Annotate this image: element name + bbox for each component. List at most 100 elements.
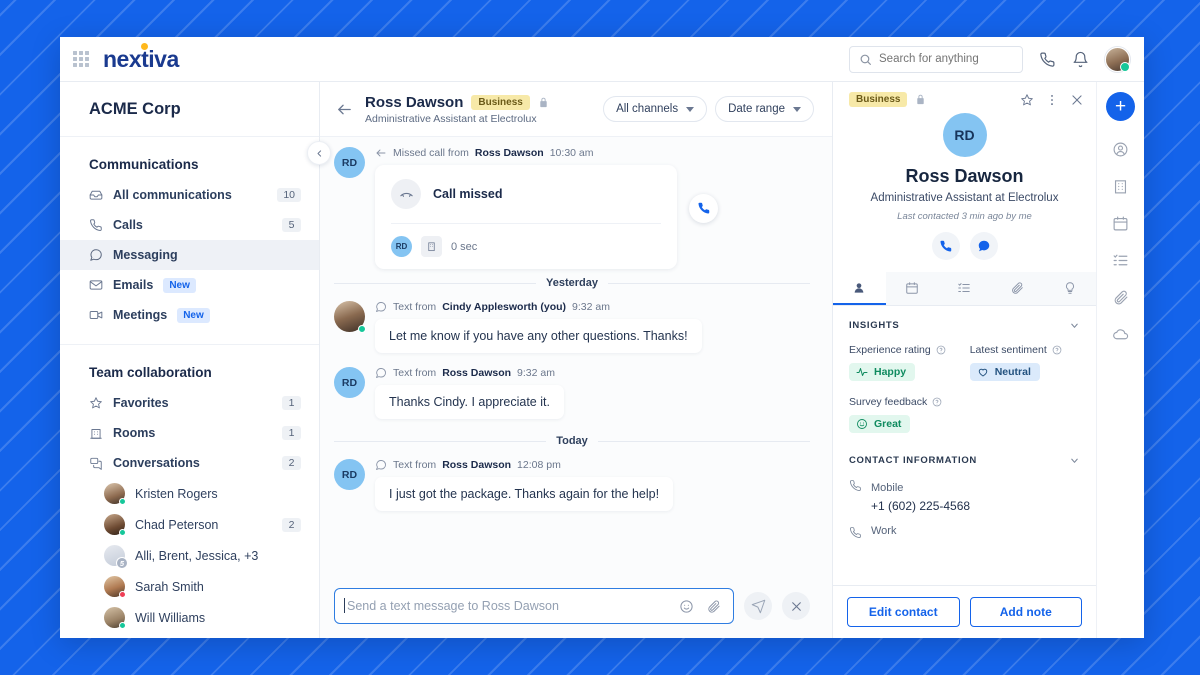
- add-note-button[interactable]: Add note: [969, 597, 1082, 627]
- message-meta-prefix: Text from: [393, 301, 437, 313]
- emoji-icon[interactable]: [679, 599, 694, 614]
- conversation-title-row: Ross Dawson Business: [365, 94, 549, 111]
- sidebar-item-rooms[interactable]: Rooms 1: [60, 418, 319, 448]
- call-contact-button[interactable]: [931, 232, 960, 260]
- separator-line-left: [334, 440, 547, 442]
- calendar-icon[interactable]: [1112, 215, 1129, 232]
- app-window: nextiva Search for anything ACME Corp Co…: [60, 37, 1144, 638]
- conversation-name: Will Williams: [135, 610, 206, 625]
- top-bar: nextiva: [60, 37, 1144, 82]
- smiley-icon: [856, 418, 868, 430]
- sidebar-item-messaging[interactable]: Messaging: [60, 240, 319, 270]
- contact-panel: Business RD Ross Dawson Administrative A…: [832, 82, 1096, 638]
- tab-profile[interactable]: [833, 272, 886, 305]
- tasks-icon[interactable]: [1112, 252, 1129, 269]
- status-badge: Business: [849, 92, 908, 107]
- survey-feedback-value: Great: [874, 418, 902, 430]
- search-box[interactable]: [849, 45, 1023, 73]
- video-icon: [89, 308, 103, 322]
- nextiva-logo[interactable]: nextiva: [103, 42, 179, 73]
- filter-date-range[interactable]: Date range: [715, 96, 814, 122]
- app-grid-icon[interactable]: [73, 51, 89, 67]
- building-icon: [89, 426, 103, 440]
- call-card-bottom: RD 0 sec: [375, 224, 677, 269]
- close-composer-button[interactable]: [782, 592, 810, 620]
- user-avatar[interactable]: [1105, 46, 1130, 72]
- sidebar-item-label: Favorites: [113, 396, 169, 410]
- cloud-icon[interactable]: [1112, 326, 1129, 343]
- tasks-icon: [957, 281, 971, 295]
- tab-files[interactable]: [991, 272, 1044, 305]
- call-card-title: Call missed: [433, 187, 503, 201]
- edit-contact-button[interactable]: Edit contact: [847, 597, 960, 627]
- send-button[interactable]: [744, 592, 772, 620]
- list-item[interactable]: Kristen Rogers: [60, 478, 319, 509]
- sidebar-item-emails[interactable]: Emails New: [60, 270, 319, 300]
- more-vertical-icon[interactable]: [1045, 93, 1059, 107]
- insight-label: Survey feedback: [849, 396, 1080, 408]
- conversation-count: 2: [282, 517, 301, 532]
- search-icon: [859, 53, 872, 66]
- avatar: RD: [391, 236, 412, 257]
- sidebar-item-calls[interactable]: Calls 5: [60, 210, 319, 240]
- back-arrow-icon[interactable]: [336, 101, 353, 118]
- help-icon[interactable]: [936, 345, 946, 355]
- contact-information-header[interactable]: CONTACT INFORMATION: [849, 455, 1080, 466]
- call-missed-icon: [391, 179, 421, 209]
- bell-icon[interactable]: [1072, 51, 1089, 68]
- sidebar-collapse-button[interactable]: [307, 141, 331, 165]
- chevron-down-icon[interactable]: [1069, 455, 1080, 466]
- tab-calendar[interactable]: [886, 272, 939, 305]
- help-icon[interactable]: [932, 397, 942, 407]
- conversation-name: Alli, Brent, Jessica, +3: [135, 548, 259, 563]
- list-item[interactable]: 5 Alli, Brent, Jessica, +3: [60, 540, 319, 571]
- chat-icon: [89, 248, 103, 262]
- building-icon[interactable]: [1112, 178, 1129, 195]
- message-input[interactable]: Send a text message to Ross Dawson: [334, 588, 734, 624]
- contact-info-row-mobile: Mobile +1 (602) 225-4568: [849, 478, 1080, 513]
- paperclip-icon[interactable]: [1112, 289, 1129, 306]
- sidebar-item-meetings[interactable]: Meetings New: [60, 300, 319, 330]
- message-thread[interactable]: RD Missed call from Ross Dawson 10:30 am: [320, 137, 832, 578]
- contact-icon[interactable]: [1112, 141, 1129, 158]
- section-title: CONTACT INFORMATION: [849, 455, 977, 466]
- callback-button[interactable]: [689, 193, 718, 223]
- avatar: [104, 514, 126, 536]
- contact-role: Administrative Assistant at Electrolux: [870, 192, 1059, 204]
- message-contact-button[interactable]: [969, 232, 998, 260]
- avatar: [104, 576, 126, 598]
- sidebar-item-all-communications[interactable]: All communications 10: [60, 180, 319, 210]
- section-title-communications: Communications: [89, 157, 199, 172]
- sidebar-item-conversations[interactable]: Conversations 2: [60, 448, 319, 478]
- paperclip-icon[interactable]: [706, 599, 721, 614]
- help-icon[interactable]: [1052, 345, 1062, 355]
- star-icon: [89, 396, 103, 410]
- day-separator: Yesterday: [334, 277, 811, 289]
- insight-label: Latest sentiment: [970, 344, 1062, 356]
- tab-tasks[interactable]: [938, 272, 991, 305]
- last-contacted: Last contacted 3 min ago by me: [897, 211, 1032, 222]
- insights-header[interactable]: INSIGHTS: [849, 320, 1080, 331]
- composer-area: Send a text message to Ross Dawson: [320, 578, 832, 638]
- list-item[interactable]: Chad Peterson 2: [60, 509, 319, 540]
- call-card-top: Call missed: [375, 165, 677, 223]
- top-bar-actions: [849, 45, 1130, 73]
- insight-label: Experience rating: [849, 344, 946, 356]
- list-item[interactable]: Sarah Smith: [60, 571, 319, 602]
- chevron-down-icon[interactable]: [1069, 320, 1080, 331]
- phone-icon[interactable]: [1039, 51, 1056, 68]
- add-button[interactable]: +: [1106, 92, 1135, 121]
- call-card[interactable]: Call missed RD 0 sec: [375, 165, 677, 269]
- lock-icon: [538, 97, 549, 108]
- contact-info-value[interactable]: +1 (602) 225-4568: [871, 499, 970, 513]
- search-input[interactable]: [879, 53, 1013, 65]
- star-icon[interactable]: [1020, 93, 1034, 107]
- close-icon[interactable]: [1070, 93, 1084, 107]
- message-meta: Text from Cindy Applesworth (you) 9:32 a…: [375, 301, 702, 313]
- tab-insights[interactable]: [1043, 272, 1096, 305]
- conversation-name: Sarah Smith: [135, 579, 204, 594]
- sidebar-item-favorites[interactable]: Favorites 1: [60, 388, 319, 418]
- filter-all-channels[interactable]: All channels: [603, 96, 708, 122]
- list-item[interactable]: Will Williams: [60, 602, 319, 633]
- message-meta-time: 12:08 pm: [517, 459, 561, 471]
